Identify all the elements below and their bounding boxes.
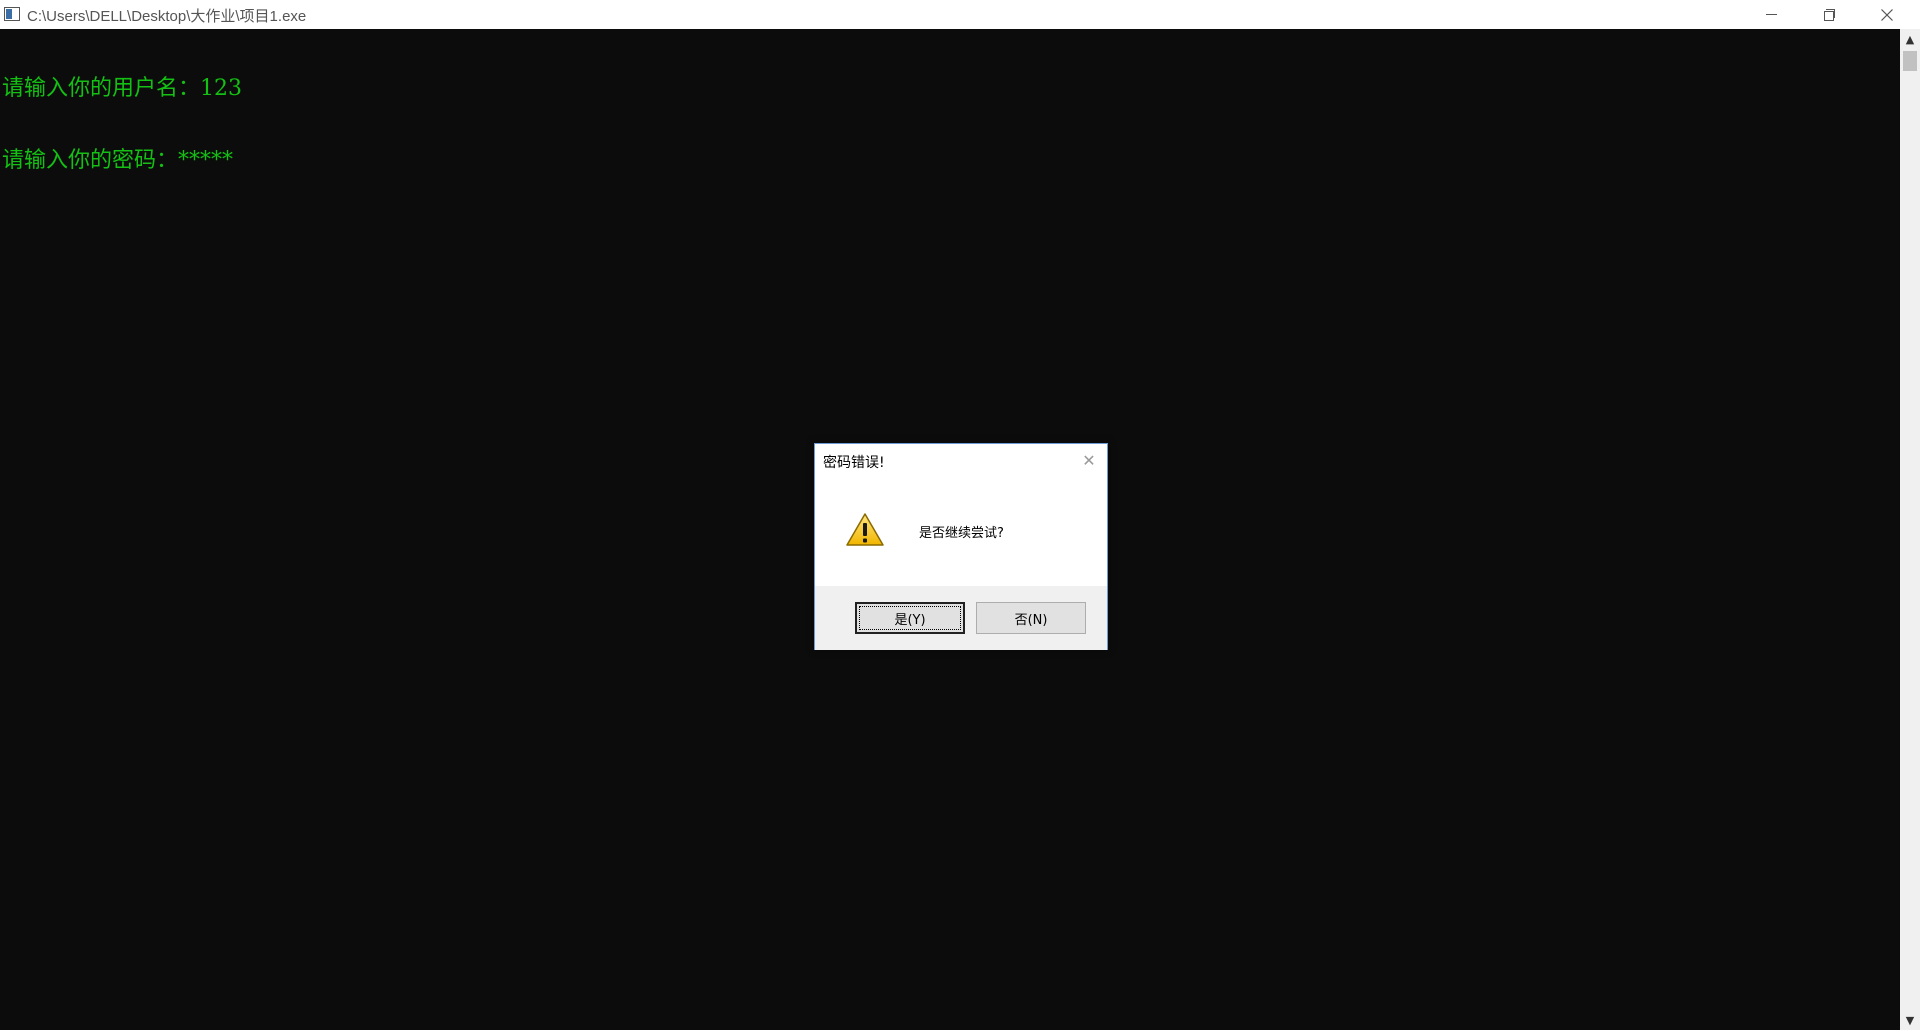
restore-button[interactable] [1800, 0, 1858, 29]
close-icon [1881, 8, 1893, 21]
minimize-icon [1765, 14, 1777, 15]
scroll-down-icon[interactable]: ▼ [1900, 1010, 1920, 1030]
vertical-scrollbar[interactable]: ▲ ▼ [1900, 29, 1920, 1030]
console-line-password: 请输入你的密码：***** [2, 148, 234, 173]
no-button[interactable]: 否(N) [976, 602, 1086, 634]
title-bar[interactable]: C:\Users\DELL\Desktop\大作业\项目1.exe [0, 0, 1920, 29]
yes-button[interactable]: 是(Y) [855, 602, 965, 634]
minimize-button[interactable] [1742, 0, 1800, 29]
dialog-message: 是否继续尝试? [919, 526, 1004, 541]
console-output: 请输入你的用户名：123 请输入你的密码：***** [2, 29, 242, 221]
scroll-thumb[interactable] [1903, 51, 1917, 71]
dialog-close-icon[interactable]: ✕ [1079, 450, 1099, 470]
message-box-dialog: 密码错误! ✕ 是否继续尝试? 是(Y) 否(N) [814, 443, 1108, 650]
close-button[interactable] [1858, 0, 1916, 29]
console-window: C:\Users\DELL\Desktop\大作业\项目1.exe 请输入你的用… [0, 0, 1920, 1030]
restore-icon [1823, 9, 1835, 21]
console-line-username: 请输入你的用户名：123 [2, 76, 242, 101]
window-title: C:\Users\DELL\Desktop\大作业\项目1.exe [27, 8, 307, 25]
console-app-icon [4, 7, 20, 21]
dialog-title: 密码错误! [823, 455, 885, 471]
scroll-up-icon[interactable]: ▲ [1900, 29, 1920, 49]
warning-icon [846, 513, 884, 546]
